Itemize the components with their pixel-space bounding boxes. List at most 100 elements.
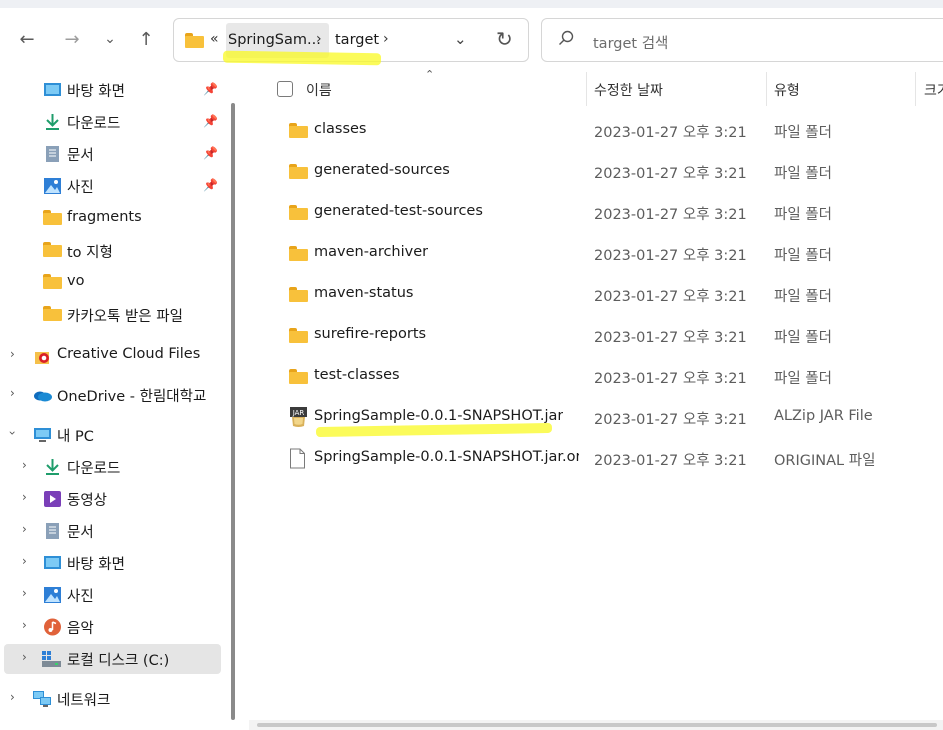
folder-icon: [289, 205, 308, 220]
column-divider[interactable]: [766, 72, 767, 106]
back-button[interactable]: ←: [12, 24, 42, 54]
file-row-maven-archiver[interactable]: maven-archiver 2023-01-27 오후 3:21 파일 폴더: [245, 235, 943, 273]
chevron-right-icon[interactable]: ›: [10, 386, 15, 400]
chevron-right-icon[interactable]: ›: [10, 347, 15, 361]
column-divider[interactable]: [586, 72, 587, 106]
pin-icon[interactable]: 📌: [203, 82, 218, 96]
desktop-icon: [43, 81, 62, 99]
video-icon: [43, 490, 62, 508]
chevron-right-icon[interactable]: ›: [22, 458, 27, 472]
file-row-test-classes[interactable]: test-classes 2023-01-27 오후 3:21 파일 폴더: [245, 358, 943, 396]
chevron-right-icon[interactable]: ›: [22, 490, 27, 504]
column-divider[interactable]: [915, 72, 916, 106]
sidebar-item-music[interactable]: › 음악: [0, 612, 222, 642]
back-arrow-icon: ←: [19, 28, 35, 50]
folder-icon: [289, 123, 308, 138]
breadcrumb-springsample[interactable]: SpringSam...: [228, 32, 321, 48]
sidebar-item-pc-desktop[interactable]: › 바탕 화면: [0, 548, 222, 578]
chevron-right-icon[interactable]: ›: [22, 586, 27, 600]
sidebar-item-videos[interactable]: › 동영상: [0, 484, 222, 514]
file-row-classes[interactable]: classes 2023-01-27 오후 3:21 파일 폴더: [245, 112, 943, 150]
pictures-icon: [43, 177, 62, 195]
chevron-right-icon[interactable]: ›: [22, 650, 27, 664]
music-icon: [43, 618, 62, 636]
file-type: 파일 폴더: [774, 207, 832, 223]
sidebar-item-pc-pictures[interactable]: › 사진: [0, 580, 222, 610]
sidebar-item-documents[interactable]: 문서 📌: [0, 139, 222, 169]
select-all-checkbox[interactable]: [277, 81, 293, 97]
sidebar-item-this-pc[interactable]: › 내 PC: [0, 420, 222, 450]
sidebar-item-downloads[interactable]: 다운로드 📌: [0, 107, 222, 137]
up-arrow-icon: ↑: [138, 28, 154, 50]
sidebar-item-pc-downloads[interactable]: › 다운로드: [0, 452, 222, 482]
file-row-jar-original[interactable]: SpringSample-0.0.1-SNAPSHOT.jar.ori... 2…: [245, 440, 943, 478]
sidebar-item-kakaotalk[interactable]: 카카오톡 받은 파일: [0, 300, 222, 330]
file-date: 2023-01-27 오후 3:21: [594, 412, 747, 428]
file-name: classes: [314, 121, 367, 137]
sidebar-item-vo[interactable]: vo: [0, 268, 222, 298]
chevron-right-icon[interactable]: ›: [22, 618, 27, 632]
column-type[interactable]: 유형: [774, 80, 800, 100]
sidebar-item-local-disk[interactable]: › 로컬 디스크 (C:): [4, 644, 221, 674]
sidebar-item-label: 네트워크: [57, 693, 111, 709]
search-box[interactable]: target 검색: [541, 18, 943, 62]
file-row-maven-status[interactable]: maven-status 2023-01-27 오후 3:21 파일 폴더: [245, 276, 943, 314]
sidebar-item-creative-cloud[interactable]: › Creative Cloud Files: [0, 341, 222, 371]
sidebar-scrollbar-thumb[interactable]: [231, 103, 235, 720]
address-dropdown-icon[interactable]: ⌄: [454, 30, 467, 48]
breadcrumb-separator-icon[interactable]: ›: [383, 31, 389, 47]
forward-arrow-icon: →: [64, 28, 80, 50]
file-name: surefire-reports: [314, 326, 427, 342]
sidebar-item-to-jihyeong[interactable]: to 지형: [0, 236, 222, 266]
file-date: 2023-01-27 오후 3:21: [594, 330, 747, 346]
sidebar-item-pc-documents[interactable]: › 문서: [0, 516, 222, 546]
pc-icon: [33, 426, 52, 444]
blank-file-icon: [289, 448, 306, 473]
jar-label: JAR: [292, 409, 305, 417]
desktop-icon: [43, 554, 62, 572]
folder-icon: [185, 33, 204, 48]
file-type: 파일 폴더: [774, 166, 832, 182]
chevron-right-icon[interactable]: ›: [10, 690, 15, 704]
chevron-down-icon[interactable]: ›: [5, 431, 19, 436]
file-row-generated-test-sources[interactable]: generated-test-sources 2023-01-27 오후 3:2…: [245, 194, 943, 232]
sidebar-item-label: 바탕 화면: [67, 557, 125, 573]
sidebar-item-pictures[interactable]: 사진 📌: [0, 171, 222, 201]
file-type: 파일 폴더: [774, 125, 832, 141]
file-row-generated-sources[interactable]: generated-sources 2023-01-27 오후 3:21 파일 …: [245, 153, 943, 191]
file-date: 2023-01-27 오후 3:21: [594, 289, 747, 305]
forward-button[interactable]: →: [57, 24, 87, 54]
breadcrumb-target[interactable]: target: [335, 32, 379, 48]
file-type: 파일 폴더: [774, 248, 832, 264]
file-name: maven-status: [314, 285, 414, 301]
sidebar-item-fragments[interactable]: fragments: [0, 204, 222, 234]
column-size[interactable]: 크기: [924, 80, 943, 100]
sidebar-item-desktop[interactable]: 바탕 화면 📌: [0, 75, 222, 105]
column-name[interactable]: 이름: [306, 80, 332, 100]
column-modified[interactable]: 수정한 날짜: [594, 80, 663, 100]
file-name: SpringSample-0.0.1-SNAPSHOT.jar.ori...: [314, 449, 579, 465]
file-name: generated-sources: [314, 162, 450, 178]
recent-locations-button[interactable]: ⌄: [95, 24, 125, 54]
horizontal-scrollbar-thumb[interactable]: [257, 723, 937, 727]
sidebar-item-label: 동영상: [67, 493, 108, 509]
file-type: ORIGINAL 파일: [774, 453, 876, 469]
sidebar-item-network[interactable]: › 네트워크: [0, 684, 222, 714]
horizontal-scrollbar[interactable]: [249, 720, 943, 730]
folder-icon: [289, 246, 308, 261]
breadcrumb-separator-icon[interactable]: ›: [316, 31, 322, 47]
sidebar-item-label: 내 PC: [57, 429, 94, 445]
overflow-chevron-icon[interactable]: «: [210, 31, 219, 47]
pin-icon[interactable]: 📌: [203, 146, 218, 160]
file-type: 파일 폴더: [774, 330, 832, 346]
chevron-right-icon[interactable]: ›: [22, 522, 27, 536]
drive-icon: [41, 650, 61, 668]
file-row-surefire-reports[interactable]: surefire-reports 2023-01-27 오후 3:21 파일 폴…: [245, 317, 943, 355]
up-button[interactable]: ↑: [131, 24, 161, 54]
chevron-right-icon[interactable]: ›: [22, 554, 27, 568]
pin-icon[interactable]: 📌: [203, 178, 218, 192]
refresh-icon[interactable]: ↻: [496, 27, 513, 51]
sidebar-item-onedrive[interactable]: › OneDrive - 한림대학교: [0, 380, 222, 410]
pin-icon[interactable]: 📌: [203, 114, 218, 128]
file-date: 2023-01-27 오후 3:21: [594, 125, 747, 141]
